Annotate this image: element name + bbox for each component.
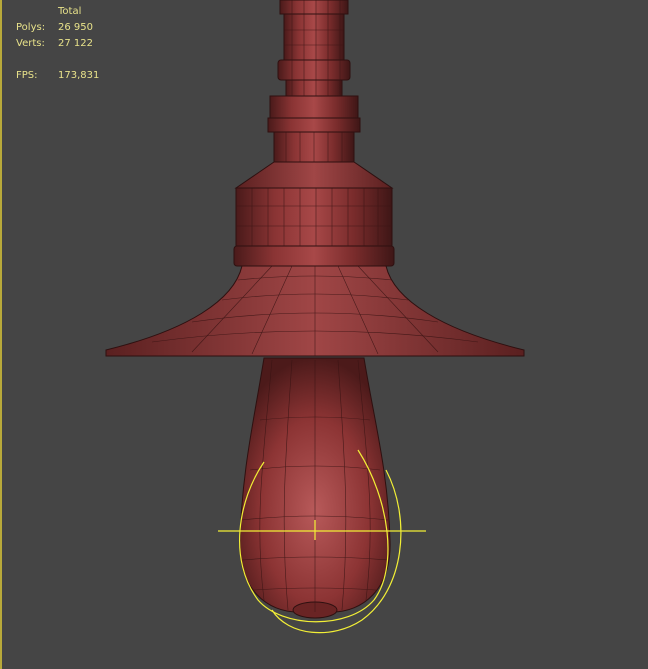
viewport[interactable]: Total Polys: 26 950 Verts: 27 122 FPS: 1… <box>0 0 648 669</box>
socket-housing <box>233 161 395 267</box>
lamp-model[interactable] <box>2 0 648 669</box>
